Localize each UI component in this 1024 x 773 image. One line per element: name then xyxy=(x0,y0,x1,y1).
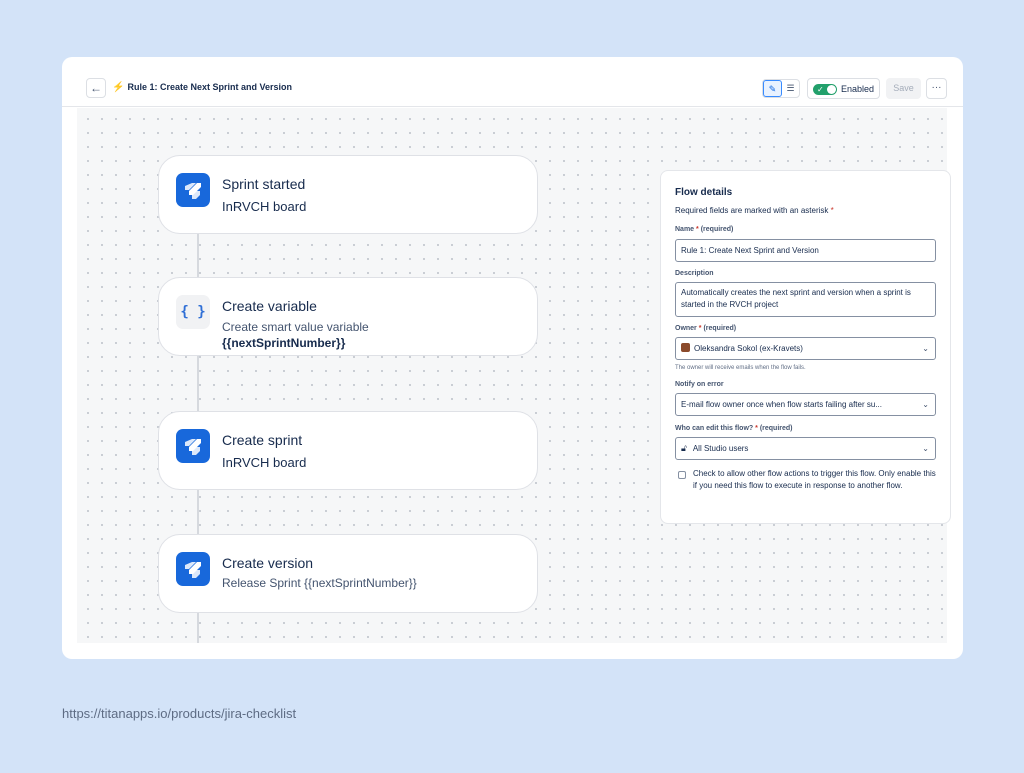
owner-label-text: Owner xyxy=(675,325,697,332)
node-subtitle: InRVCH board xyxy=(222,199,306,214)
trigger-node-sprint-started[interactable]: Sprint started InRVCH board xyxy=(158,155,538,234)
description-label: Description xyxy=(675,270,714,277)
required-asterisk: * xyxy=(698,325,702,332)
node-subtitle: InRVCH board xyxy=(222,455,306,470)
node-title: Sprint started xyxy=(222,176,306,192)
node-title: Create sprint xyxy=(222,432,303,448)
back-arrow-icon[interactable]: ← xyxy=(86,78,106,98)
allow-trigger-checkbox[interactable] xyxy=(678,471,686,479)
jira-icon xyxy=(176,173,210,207)
node-subtitle-prefix: In xyxy=(222,199,233,214)
action-node-create-sprint[interactable]: Create sprint InRVCH board xyxy=(158,411,538,490)
panel-title: Flow details xyxy=(675,187,733,198)
required-hint: (required) xyxy=(759,425,793,432)
required-note: Required fields are marked with an aster… xyxy=(675,206,834,215)
name-label-text: Name xyxy=(675,226,695,233)
chevron-down-icon: ⌄ xyxy=(922,344,929,353)
enabled-label: Enabled xyxy=(841,84,875,94)
save-button[interactable]: Save xyxy=(886,78,921,99)
owner-value: Oleksandra Sokol (ex-Kravets) xyxy=(694,344,803,353)
required-asterisk: * xyxy=(755,425,758,432)
chevron-down-icon: ⌄ xyxy=(922,444,929,453)
node-title: Create version xyxy=(222,555,314,571)
required-hint: (required) xyxy=(700,226,734,233)
page-title: ⚡ Rule 1: Create Next Sprint and Version xyxy=(112,82,292,93)
edit-permission-value: All Studio users xyxy=(692,444,749,453)
required-note-text: Required fields are marked with an aster… xyxy=(675,206,829,215)
owner-label: Owner * (required) xyxy=(675,325,736,332)
node-subtitle-board: RVCH board xyxy=(232,455,307,470)
node-variable-name: {{nextSprintNumber}} xyxy=(222,336,346,350)
node-subtitle: Release Sprint {{nextSprintNumber}} xyxy=(222,576,417,590)
edit-permission-select[interactable]: 🔓︎ All Studio users ⌄ xyxy=(675,437,936,460)
flow-details-panel: Flow details Required fields are marked … xyxy=(660,170,951,524)
edit-permission-label-text: Who can edit this flow? xyxy=(675,425,754,432)
node-subtitle: Create smart value variable xyxy=(222,320,369,334)
avatar xyxy=(681,343,690,352)
chevron-down-icon: ⌄ xyxy=(922,400,929,409)
edit-view-icon[interactable]: ✎ xyxy=(763,80,782,97)
name-field[interactable]: Rule 1: Create Next Sprint and Version xyxy=(675,239,936,262)
owner-select[interactable]: Oleksandra Sokol (ex-Kravets) ⌄ xyxy=(675,337,936,360)
notify-label: Notify on error xyxy=(675,381,724,388)
lightning-icon: ⚡ xyxy=(112,82,125,93)
more-options-icon[interactable]: ··· xyxy=(926,78,947,99)
allow-trigger-text: Check to allow other flow actions to tri… xyxy=(693,469,936,490)
notify-value: E-mail flow owner once when flow starts … xyxy=(681,400,882,409)
source-url: https://titanapps.io/products/jira-check… xyxy=(62,706,297,721)
top-bar: ← ⚡ Rule 1: Create Next Sprint and Versio… xyxy=(62,57,963,107)
flow-editor-card: ← ⚡ Rule 1: Create Next Sprint and Versio… xyxy=(62,57,963,659)
action-node-create-version[interactable]: Create version Release Sprint {{nextSpri… xyxy=(158,534,538,613)
list-view-icon[interactable]: ☰ xyxy=(782,80,799,97)
action-node-create-variable[interactable]: { } Create variable Create smart value v… xyxy=(158,277,538,356)
owner-help-text: The owner will receive emails when the f… xyxy=(675,365,806,371)
name-label: Name * (required) xyxy=(675,226,733,233)
required-hint: (required) xyxy=(703,325,737,332)
node-subtitle-prefix: In xyxy=(222,455,233,470)
node-subtitle-board: RVCH board xyxy=(232,199,307,214)
flow-canvas[interactable]: Sprint started InRVCH board { } Create v… xyxy=(77,108,951,643)
jira-icon xyxy=(176,552,210,586)
toggle-knob xyxy=(827,85,836,94)
jira-icon xyxy=(176,429,210,463)
page-title-text: Rule 1: Create Next Sprint and Version xyxy=(127,82,292,92)
notify-select[interactable]: E-mail flow owner once when flow starts … xyxy=(675,393,936,416)
edit-permission-label: Who can edit this flow? * (required) xyxy=(675,425,792,432)
curly-braces-icon: { } xyxy=(176,295,210,329)
enabled-toggle[interactable]: ✓ Enabled xyxy=(807,78,880,99)
view-toggle: ✎ ☰ xyxy=(762,79,800,98)
asterisk: * xyxy=(830,206,834,215)
required-asterisk: * xyxy=(696,226,699,233)
description-field[interactable]: Automatically creates the next sprint an… xyxy=(675,282,936,317)
toggle-switch[interactable]: ✓ xyxy=(813,84,837,95)
node-title: Create variable xyxy=(222,298,317,314)
check-icon: ✓ xyxy=(817,85,824,94)
lock-icon: 🔓︎ xyxy=(681,443,687,453)
